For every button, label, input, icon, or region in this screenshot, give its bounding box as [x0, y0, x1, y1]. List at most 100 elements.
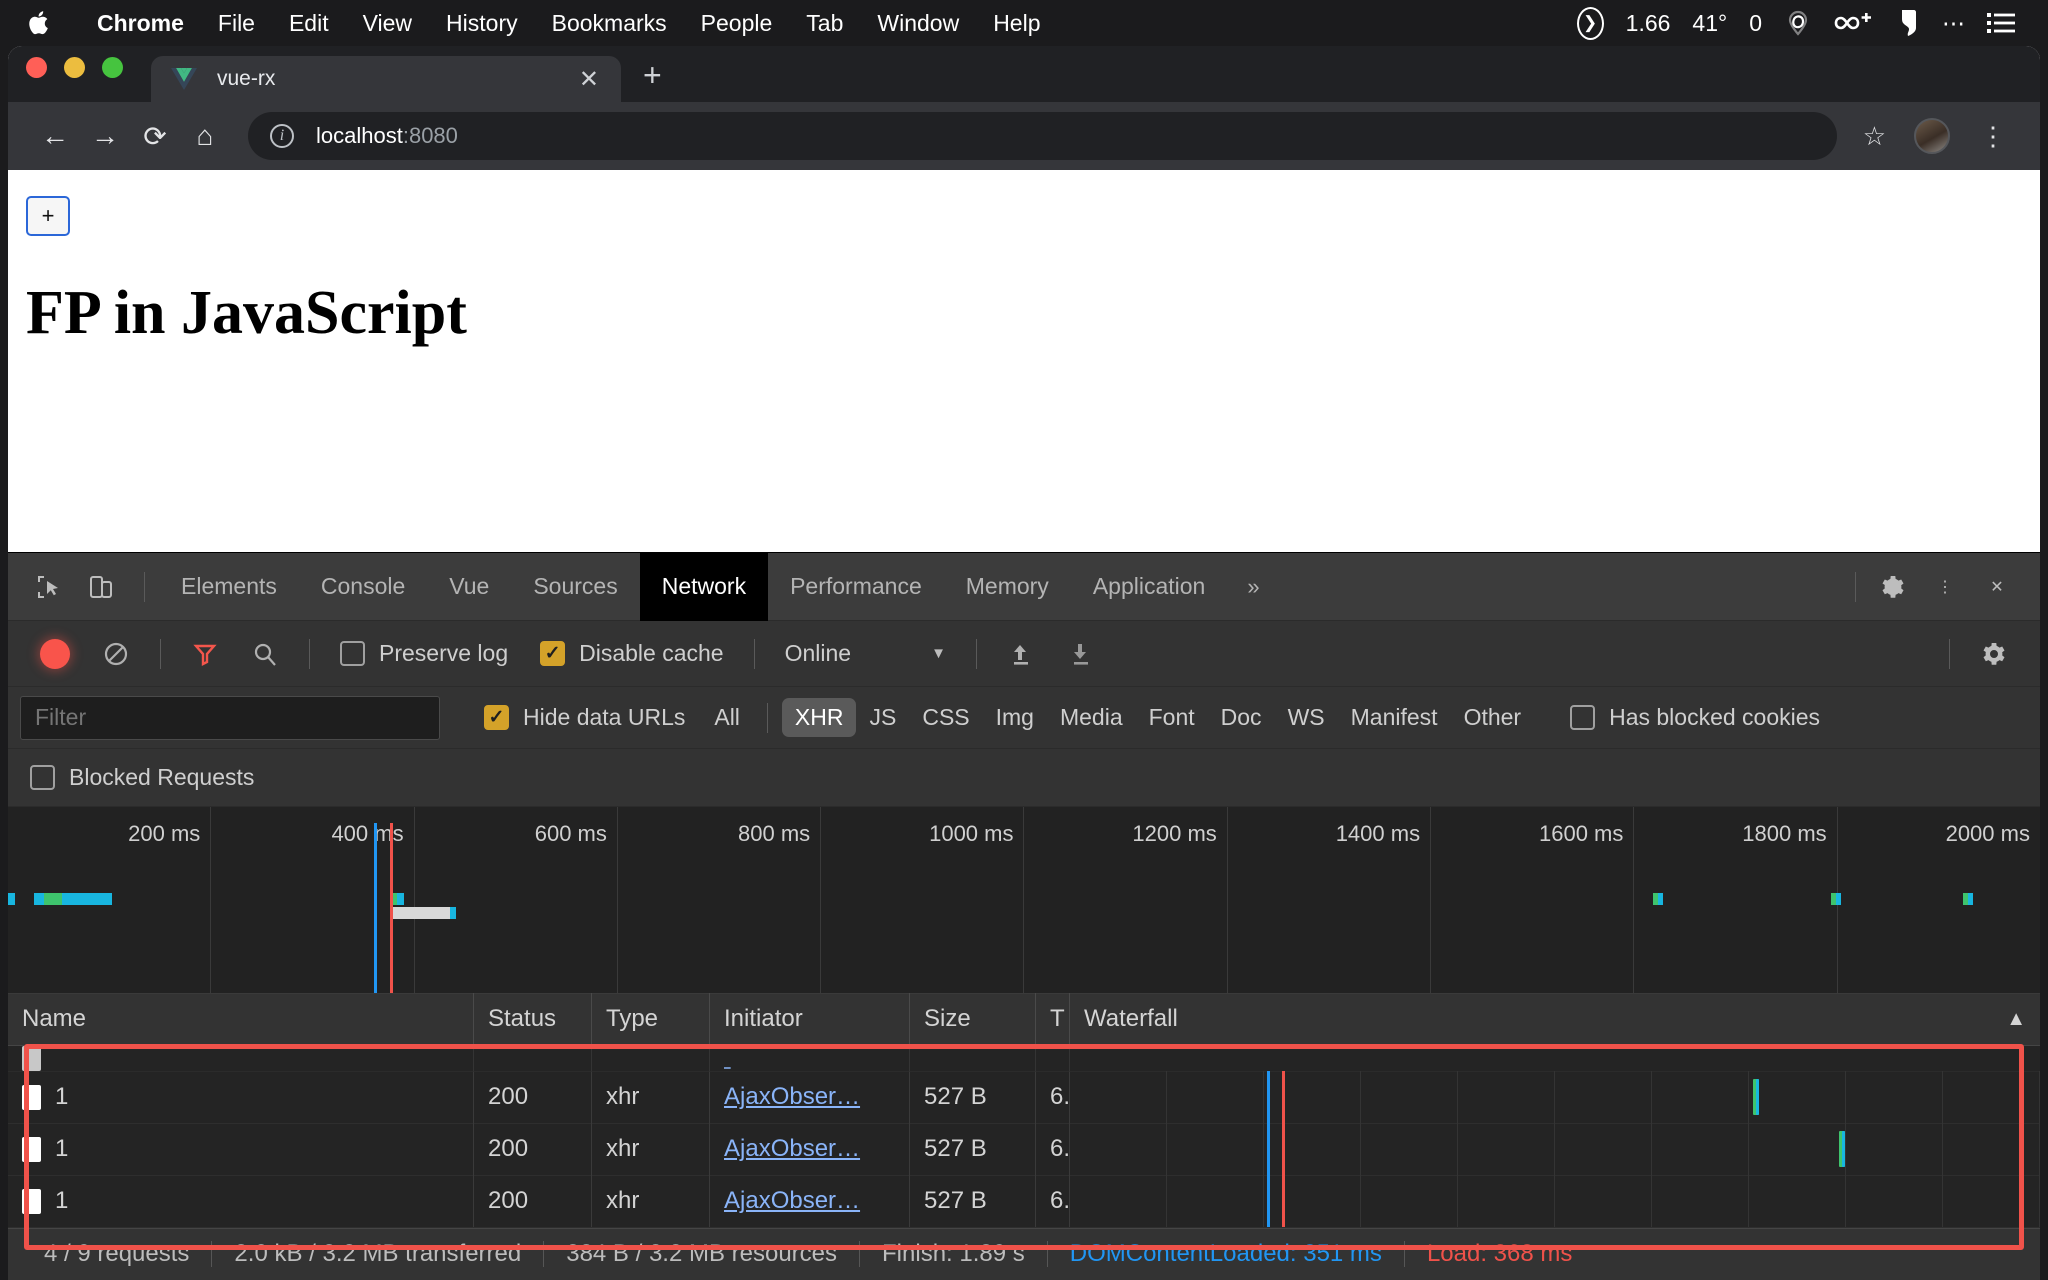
preserve-log-checkbox[interactable]: Preserve log — [324, 621, 524, 687]
search-icon[interactable] — [235, 621, 295, 687]
apple-logo-icon[interactable] — [28, 9, 52, 37]
avatar[interactable] — [1914, 118, 1950, 154]
inspect-element-icon[interactable] — [26, 564, 72, 610]
network-settings-gear-icon[interactable] — [1964, 621, 2024, 687]
menu-chrome[interactable]: Chrome — [80, 10, 201, 37]
tab-console[interactable]: Console — [299, 553, 427, 621]
blocked-requests-checkbox[interactable]: Blocked Requests — [30, 745, 270, 811]
page-content: + FP in JavaScript — [8, 170, 2040, 468]
column-header-waterfall[interactable]: Waterfall ▲ — [1070, 993, 2040, 1045]
filter-type-other[interactable]: Other — [1451, 698, 1535, 737]
circle-arrow-icon[interactable]: ❯ — [1566, 6, 1615, 40]
devtools-menu-icon[interactable]: ⋮ — [1922, 564, 1968, 610]
column-header-initiator[interactable]: Initiator — [710, 993, 910, 1046]
menu-help[interactable]: Help — [976, 10, 1057, 37]
initiator-link[interactable]: AjaxObser… — [724, 1135, 860, 1163]
infinity-plus-icon[interactable] — [1823, 9, 1887, 37]
menu-view[interactable]: View — [346, 10, 429, 37]
dropbox-icon[interactable] — [1773, 9, 1823, 37]
list-menu-icon[interactable] — [1976, 10, 2026, 36]
cell-initiator[interactable]: AjaxObser… — [710, 1175, 910, 1228]
column-header-name[interactable]: Name — [8, 993, 474, 1046]
filter-type-css[interactable]: CSS — [909, 698, 982, 737]
menu-people[interactable]: People — [684, 10, 790, 37]
shield-flag-icon[interactable] — [1887, 8, 1931, 38]
menu-tab[interactable]: Tab — [789, 10, 860, 37]
table-row[interactable]: 1 200 xhr AjaxObser… 527 B 6. — [8, 1071, 2040, 1124]
table-row[interactable]: 1 200 xhr AjaxObser… 527 B 6. — [8, 1123, 2040, 1176]
tab-network[interactable]: Network — [639, 552, 769, 621]
overview-tick-label: 200 ms — [128, 821, 201, 846]
tab-memory[interactable]: Memory — [944, 553, 1071, 621]
record-button[interactable] — [24, 621, 86, 687]
filter-type-all[interactable]: All — [701, 698, 753, 737]
device-toolbar-icon[interactable] — [78, 564, 124, 610]
tab-application[interactable]: Application — [1071, 553, 1228, 621]
has-blocked-cookies-checkbox[interactable]: Has blocked cookies — [1554, 685, 1836, 751]
status-value-1[interactable]: 1.66 — [1615, 10, 1682, 37]
filter-type-img[interactable]: Img — [983, 698, 1047, 737]
home-icon[interactable]: ⌂ — [180, 111, 230, 161]
tab-sources[interactable]: Sources — [511, 553, 639, 621]
back-icon[interactable]: ← — [30, 111, 80, 161]
menu-file[interactable]: File — [201, 10, 272, 37]
table-row[interactable] — [8, 1045, 2040, 1072]
menu-bookmarks[interactable]: Bookmarks — [535, 10, 684, 37]
bookmark-star-icon[interactable]: ☆ — [1853, 121, 1896, 152]
import-har-icon[interactable] — [991, 621, 1051, 687]
filter-type-ws[interactable]: WS — [1275, 698, 1338, 737]
reload-icon[interactable]: ⟳ — [130, 111, 180, 161]
new-tab-button[interactable]: + — [621, 57, 680, 102]
close-window-button[interactable] — [26, 56, 47, 78]
close-devtools-icon[interactable]: ✕ — [1974, 564, 2020, 610]
chrome-window: vue-rx ✕ + ← → ⟳ ⌂ i localhost :8080 ☆ ⋮… — [8, 46, 2040, 1280]
filter-input[interactable] — [20, 695, 440, 740]
filter-type-media[interactable]: Media — [1047, 698, 1136, 737]
menu-edit[interactable]: Edit — [272, 10, 346, 37]
more-dots-icon[interactable]: ⋯ — [1931, 10, 1976, 37]
filter-type-font[interactable]: Font — [1136, 698, 1208, 737]
initiator-link[interactable]: AjaxObser… — [724, 1083, 860, 1111]
close-icon[interactable]: ✕ — [573, 65, 605, 94]
chrome-menu-icon[interactable]: ⋮ — [1968, 121, 2018, 152]
filter-icon[interactable] — [175, 621, 235, 687]
filter-type-js[interactable]: JS — [856, 698, 909, 737]
tab-performance[interactable]: Performance — [768, 553, 944, 621]
column-header-time[interactable]: T — [1036, 993, 1070, 1046]
throttling-select[interactable]: Online ▼ — [769, 621, 962, 687]
tab-vue[interactable]: Vue — [427, 553, 511, 621]
column-header-type[interactable]: Type — [592, 993, 710, 1046]
browser-tab-vue-rx[interactable]: vue-rx ✕ — [151, 56, 621, 102]
status-value-3[interactable]: 0 — [1738, 10, 1773, 37]
network-overview-timeline[interactable]: 200 ms 400 ms 600 ms 800 ms 1000 ms 1200… — [8, 807, 2040, 994]
column-header-size[interactable]: Size — [910, 993, 1036, 1046]
clear-icon[interactable] — [86, 621, 146, 687]
hide-data-urls-checkbox[interactable]: ✓ Hide data URLs — [468, 685, 701, 751]
minimize-window-button[interactable] — [64, 56, 85, 78]
forward-icon[interactable]: → — [80, 111, 130, 161]
address-bar[interactable]: i localhost :8080 — [248, 112, 1837, 160]
gear-icon[interactable] — [1870, 564, 1916, 610]
filter-type-doc[interactable]: Doc — [1208, 698, 1275, 737]
menu-window[interactable]: Window — [860, 10, 976, 37]
overview-request-bars — [8, 863, 2040, 993]
site-info-icon[interactable]: i — [270, 124, 294, 148]
filter-type-xhr[interactable]: XHR — [781, 698, 857, 737]
menu-history[interactable]: History — [429, 10, 535, 37]
column-header-status[interactable]: Status — [474, 993, 592, 1046]
status-value-2[interactable]: 41° — [1681, 10, 1738, 37]
more-tabs-icon[interactable]: » — [1227, 553, 1279, 621]
divider — [309, 638, 310, 669]
cell-initiator[interactable]: AjaxObser… — [710, 1071, 910, 1124]
cell-name — [8, 1045, 474, 1071]
filter-type-manifest[interactable]: Manifest — [1338, 698, 1451, 737]
cell-initiator[interactable]: AjaxObser… — [710, 1123, 910, 1176]
add-button[interactable]: + — [26, 196, 70, 236]
maximize-window-button[interactable] — [102, 56, 123, 78]
export-har-icon[interactable] — [1051, 621, 1111, 687]
initiator-link[interactable]: AjaxObser… — [724, 1187, 860, 1215]
document-icon — [22, 1188, 41, 1214]
table-row[interactable]: 1 200 xhr AjaxObser… 527 B 6. — [8, 1175, 2040, 1228]
disable-cache-checkbox[interactable]: ✓ Disable cache — [524, 621, 739, 687]
tab-elements[interactable]: Elements — [159, 553, 299, 621]
